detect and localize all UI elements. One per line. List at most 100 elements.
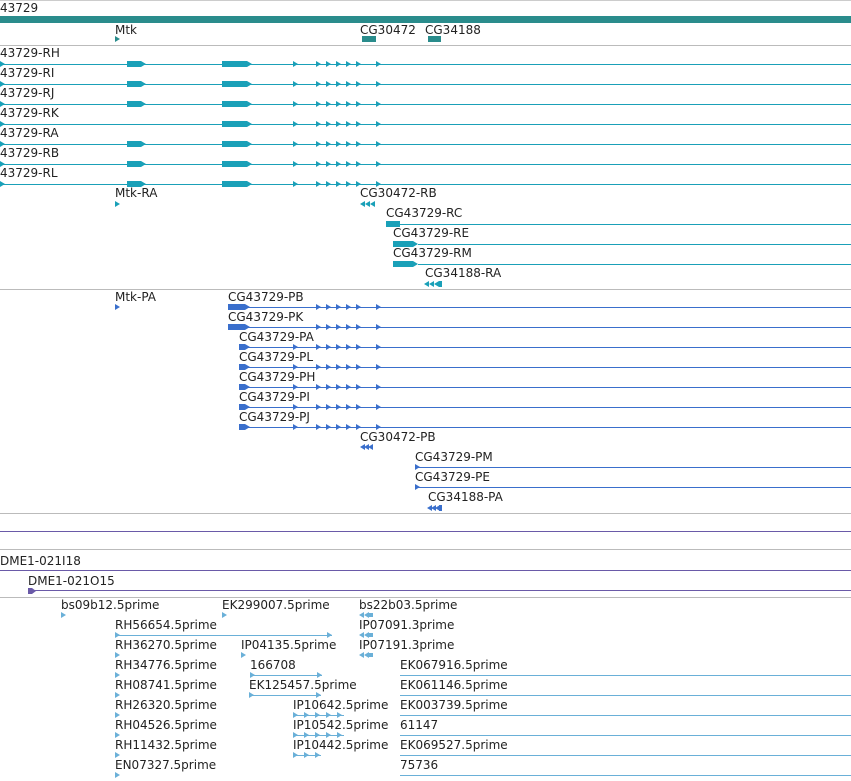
transcript-exon-0-4[interactable] bbox=[346, 61, 352, 67]
protein-start-6[interactable] bbox=[239, 424, 250, 430]
est-glyph-6[interactable] bbox=[241, 652, 247, 658]
transcript-exon-1-1[interactable] bbox=[316, 81, 322, 87]
transcript-exon-5-0[interactable] bbox=[293, 161, 299, 167]
clone-glyph-dme1-021o15[interactable] bbox=[28, 588, 36, 594]
est-glyph-5[interactable] bbox=[115, 652, 121, 658]
protein-exon-2-6[interactable] bbox=[376, 344, 382, 350]
transcript-exon-1-2[interactable] bbox=[326, 81, 332, 87]
transcript-glyph-cg34188-ra[interactable] bbox=[424, 281, 442, 287]
est-glyph-24[interactable] bbox=[400, 775, 851, 776]
est-label-75736[interactable]: 75736 bbox=[400, 758, 438, 772]
protein-label-cg43729-pi[interactable]: CG43729-PI bbox=[239, 390, 310, 404]
transcript-exon-3-2[interactable] bbox=[326, 121, 332, 127]
est-label-ek067916[interactable]: EK067916.5prime bbox=[400, 658, 508, 672]
transcript-label-cg30472-rb[interactable]: CG30472-RB bbox=[360, 186, 437, 200]
protein-exon-3-4[interactable] bbox=[346, 364, 352, 370]
est-glyph-4[interactable] bbox=[359, 632, 373, 638]
transcript-exon-0-2[interactable] bbox=[326, 61, 332, 67]
est-label-ek003739[interactable]: EK003739.5prime bbox=[400, 698, 508, 712]
transcript-exon-5-1[interactable] bbox=[316, 161, 322, 167]
transcript-label-cg34188-ra[interactable]: CG34188-RA bbox=[425, 266, 501, 280]
est-glyph-22[interactable] bbox=[400, 755, 851, 756]
est-label-ek069527[interactable]: EK069527.5prime bbox=[400, 738, 508, 752]
transcript-exon-4-4[interactable] bbox=[346, 141, 352, 147]
protein-exon-0-3[interactable] bbox=[346, 304, 352, 310]
transcript-start-arrow-4[interactable] bbox=[0, 141, 6, 147]
transcript-exon-2-0[interactable] bbox=[293, 101, 299, 107]
est-glyph-0[interactable] bbox=[61, 612, 67, 618]
protein-exon-5-1[interactable] bbox=[316, 404, 322, 410]
protein-exon-1-3[interactable] bbox=[346, 324, 352, 330]
protein-exon-5-2[interactable] bbox=[326, 404, 332, 410]
est-label-bs22b03[interactable]: bs22b03.5prime bbox=[359, 598, 457, 612]
transcript-exon-2-5[interactable] bbox=[356, 101, 362, 107]
protein-label-cg43729-pm[interactable]: CG43729-PM bbox=[415, 450, 493, 464]
transcript-exon-0-3[interactable] bbox=[336, 61, 342, 67]
transcript-exon-4-0[interactable] bbox=[293, 141, 299, 147]
transcript-line-cg43729-re[interactable] bbox=[418, 244, 851, 245]
protein-label-cg30472-pb[interactable]: CG30472-PB bbox=[360, 430, 436, 444]
est-glyph-21[interactable] bbox=[293, 752, 321, 758]
transcript-exon-6-3[interactable] bbox=[336, 181, 342, 187]
protein-exon-2-5[interactable] bbox=[356, 344, 362, 350]
est-label-rh26320[interactable]: RH26320.5prime bbox=[115, 698, 217, 712]
transcript-exon-1-5[interactable] bbox=[356, 81, 362, 87]
protein-exon-5-4[interactable] bbox=[346, 404, 352, 410]
transcript-label-ra[interactable]: 43729-RA bbox=[0, 126, 59, 140]
protein-start-2[interactable] bbox=[239, 344, 250, 350]
protein-exon-5-5[interactable] bbox=[356, 404, 362, 410]
protein-line-cg43729-pm[interactable] bbox=[415, 467, 851, 468]
protein-start-3[interactable] bbox=[239, 364, 250, 370]
transcript-exon-5-2[interactable] bbox=[326, 161, 332, 167]
est-label-ek125457[interactable]: EK125457.5prime bbox=[249, 678, 357, 692]
gene-label-cg34188[interactable]: CG34188 bbox=[425, 23, 481, 37]
protein-exon-2-2[interactable] bbox=[326, 344, 332, 350]
est-glyph-15[interactable] bbox=[293, 712, 344, 718]
transcript-label-rb[interactable]: 43729-RB bbox=[0, 146, 59, 160]
transcript-exon-2-1[interactable] bbox=[316, 101, 322, 107]
transcript-exon-0-6[interactable] bbox=[376, 61, 382, 67]
protein-exon-4-2[interactable] bbox=[326, 384, 332, 390]
gene-glyph-cg30472[interactable] bbox=[362, 36, 376, 42]
transcript-start-arrow-6[interactable] bbox=[0, 181, 6, 187]
est-glyph-9[interactable] bbox=[250, 672, 322, 678]
est-label-rh04526[interactable]: RH04526.5prime bbox=[115, 718, 217, 732]
transcript-start-arrow-0[interactable] bbox=[0, 61, 6, 67]
transcript-start-arrow-1[interactable] bbox=[0, 81, 6, 87]
transcript-exon2-6[interactable] bbox=[222, 181, 252, 187]
transcript-exon-1-6[interactable] bbox=[376, 81, 382, 87]
est-label-rh34776[interactable]: RH34776.5prime bbox=[115, 658, 217, 672]
est-label-ip04135[interactable]: IP04135.5prime bbox=[241, 638, 336, 652]
est-glyph-3[interactable] bbox=[115, 632, 332, 638]
est-glyph-13[interactable] bbox=[400, 695, 851, 696]
gene-header-label[interactable]: 43729 bbox=[0, 1, 38, 15]
est-glyph-17[interactable] bbox=[115, 732, 121, 738]
protein-exon-3-2[interactable] bbox=[326, 364, 332, 370]
est-label-en07327[interactable]: EN07327.5prime bbox=[115, 758, 216, 772]
transcript-start-arrow-2[interactable] bbox=[0, 101, 6, 107]
protein-exon-5-6[interactable] bbox=[376, 404, 382, 410]
transcript-start-arrow-5[interactable] bbox=[0, 161, 6, 167]
transcript-label-cg43729-re[interactable]: CG43729-RE bbox=[393, 226, 469, 240]
protein-exon-0-4[interactable] bbox=[356, 304, 362, 310]
protein-exon-6-3[interactable] bbox=[336, 424, 342, 430]
protein-exon-4-3[interactable] bbox=[336, 384, 342, 390]
est-glyph-19[interactable] bbox=[400, 735, 851, 736]
transcript-exon-1-3[interactable] bbox=[336, 81, 342, 87]
est-glyph-16[interactable] bbox=[400, 715, 851, 716]
protein-label-cg43729-pl[interactable]: CG43729-PL bbox=[239, 350, 313, 364]
est-label-ip10542[interactable]: IP10542.5prime bbox=[293, 718, 388, 732]
transcript-exon-6-0[interactable] bbox=[293, 181, 299, 187]
protein-exon-0-0[interactable] bbox=[316, 304, 322, 310]
est-label-rh08741[interactable]: RH08741.5prime bbox=[115, 678, 217, 692]
transcript-exon1-5[interactable] bbox=[127, 161, 146, 167]
protein-label-mtk-pa[interactable]: Mtk-PA bbox=[115, 290, 156, 304]
protein-glyph-cg30472-pb[interactable] bbox=[360, 444, 374, 450]
est-glyph-14[interactable] bbox=[115, 712, 121, 718]
protein-exon-4-5[interactable] bbox=[356, 384, 362, 390]
protein-exon-5-0[interactable] bbox=[293, 404, 299, 410]
protein-exon-3-5[interactable] bbox=[356, 364, 362, 370]
est-label-166708[interactable]: 166708 bbox=[250, 658, 296, 672]
protein-exon-5-3[interactable] bbox=[336, 404, 342, 410]
transcript-exon-0-0[interactable] bbox=[293, 61, 299, 67]
